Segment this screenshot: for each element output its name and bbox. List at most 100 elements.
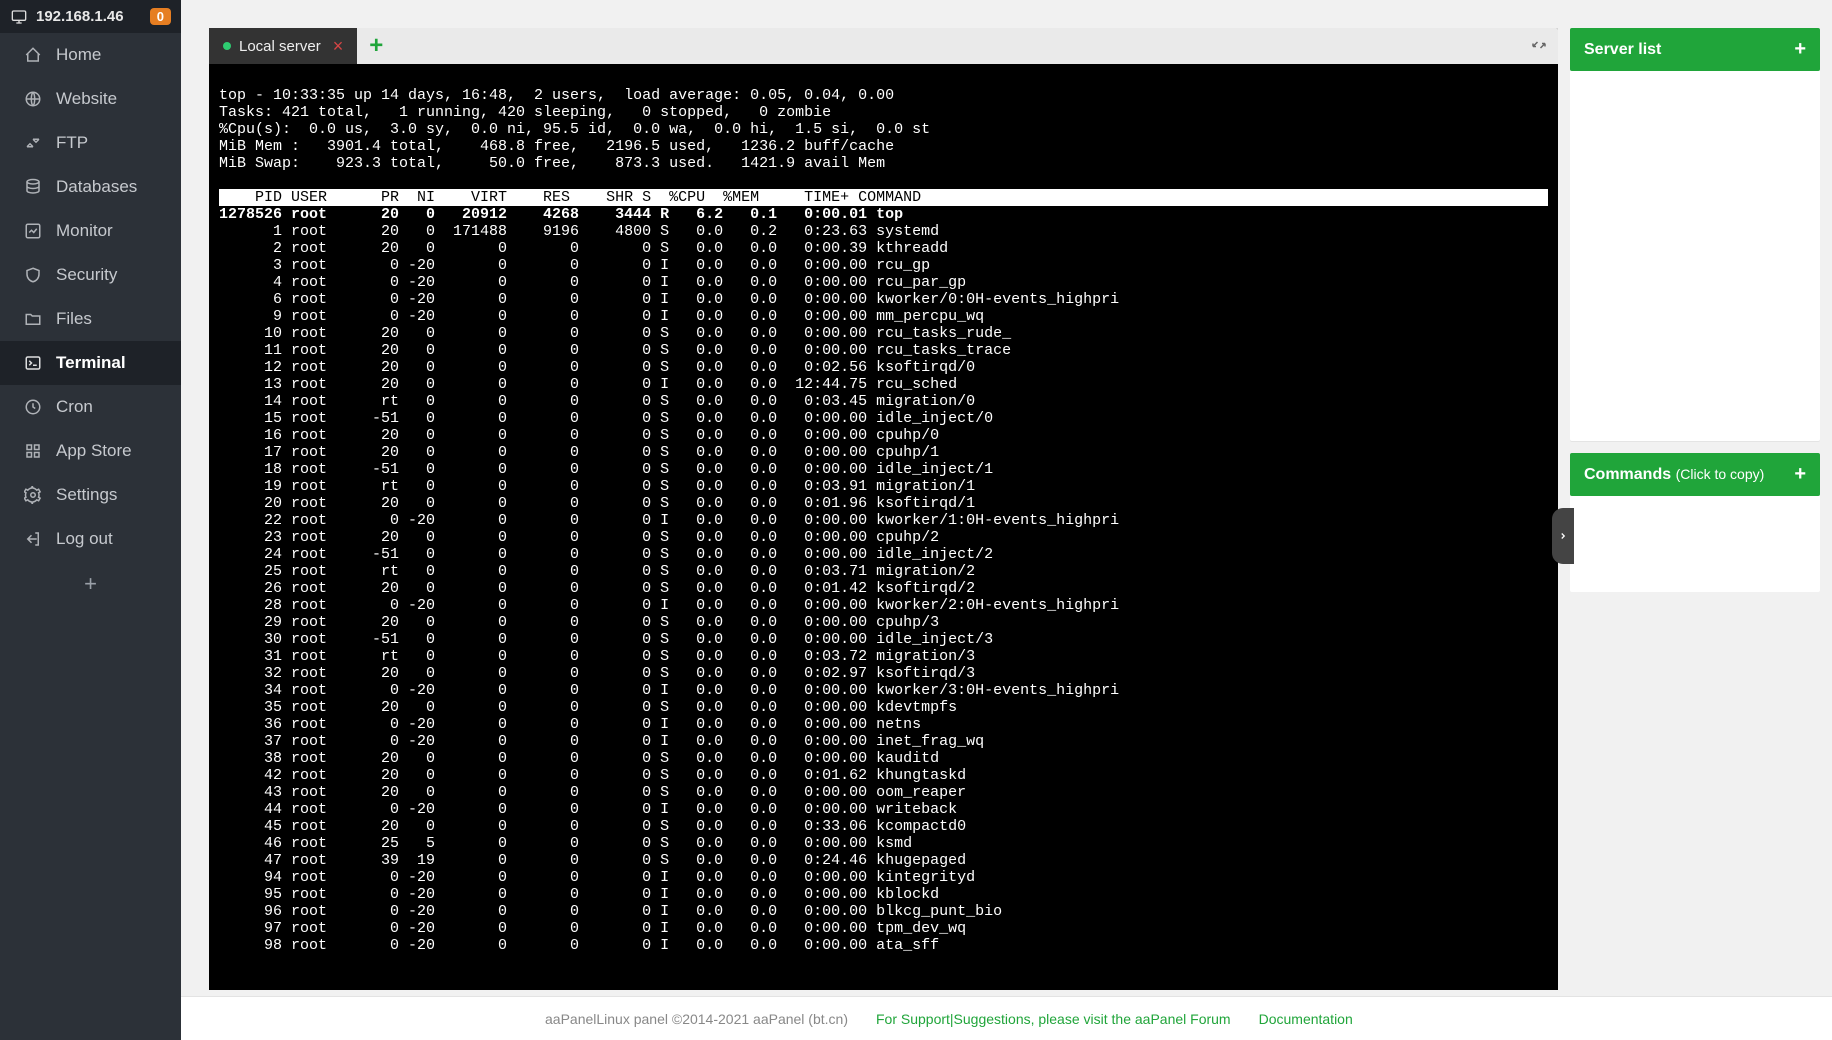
process-row: 96 root 0 -20 0 0 0 I 0.0 0.0 0:00.00 bl… xyxy=(219,903,1002,920)
right-column: Server list + Commands (Click to copy) + xyxy=(1570,28,1820,990)
sidebar-item-terminal[interactable]: Terminal xyxy=(0,341,181,385)
server-list-add-icon[interactable]: + xyxy=(1794,38,1806,61)
top-column-header: PID USER PR NI VIRT RES SHR S %CPU %MEM … xyxy=(219,189,1548,206)
process-row: 47 root 39 19 0 0 0 S 0.0 0.0 0:24.46 kh… xyxy=(219,852,966,869)
tab-label: Local server xyxy=(239,38,321,55)
sidebar-item-cron[interactable]: Cron xyxy=(0,385,181,429)
process-row: 15 root -51 0 0 0 0 S 0.0 0.0 0:00.00 id… xyxy=(219,410,993,427)
process-row: 20 root 20 0 0 0 0 S 0.0 0.0 0:01.96 kso… xyxy=(219,495,975,512)
alert-badge[interactable]: 0 xyxy=(150,8,171,25)
process-row: 9 root 0 -20 0 0 0 I 0.0 0.0 0:00.00 mm_… xyxy=(219,308,984,325)
status-dot-icon xyxy=(223,42,231,50)
server-list-body xyxy=(1570,71,1820,441)
process-row: 44 root 0 -20 0 0 0 I 0.0 0.0 0:00.00 wr… xyxy=(219,801,957,818)
process-row: 12 root 20 0 0 0 0 S 0.0 0.0 0:02.56 kso… xyxy=(219,359,975,376)
tab-add-button[interactable]: + xyxy=(357,32,395,60)
process-row: 45 root 20 0 0 0 0 S 0.0 0.0 0:33.06 kco… xyxy=(219,818,966,835)
commands-body xyxy=(1570,496,1820,592)
tab-close-icon[interactable]: × xyxy=(333,36,344,57)
sidebar-item-label: Terminal xyxy=(56,353,126,373)
sidebar-item-website[interactable]: Website xyxy=(0,77,181,121)
sidebar-item-monitor[interactable]: Monitor xyxy=(0,209,181,253)
server-ip: 192.168.1.46 xyxy=(36,8,124,25)
process-row: 22 root 0 -20 0 0 0 I 0.0 0.0 0:00.00 kw… xyxy=(219,512,1119,529)
process-row: 4 root 0 -20 0 0 0 I 0.0 0.0 0:00.00 rcu… xyxy=(219,274,966,291)
process-row: 98 root 0 -20 0 0 0 I 0.0 0.0 0:00.00 at… xyxy=(219,937,939,954)
process-row: 38 root 20 0 0 0 0 S 0.0 0.0 0:00.00 kau… xyxy=(219,750,939,767)
process-row: 16 root 20 0 0 0 0 S 0.0 0.0 0:00.00 cpu… xyxy=(219,427,939,444)
sidebar-item-label: Files xyxy=(56,309,92,329)
process-row: 1278526 root 20 0 20912 4268 3444 R 6.2 … xyxy=(219,206,903,223)
sidebar-item-label: Security xyxy=(56,265,117,285)
process-row: 25 root rt 0 0 0 0 S 0.0 0.0 0:03.71 mig… xyxy=(219,563,975,580)
process-row: 26 root 20 0 0 0 0 S 0.0 0.0 0:01.42 kso… xyxy=(219,580,975,597)
sidebar-item-logout[interactable]: Log out xyxy=(0,517,181,561)
commands-header[interactable]: Commands (Click to copy) + xyxy=(1570,453,1820,496)
process-row: 30 root -51 0 0 0 0 S 0.0 0.0 0:00.00 id… xyxy=(219,631,993,648)
sidebar-item-home[interactable]: Home xyxy=(0,33,181,77)
fullscreen-icon[interactable] xyxy=(1530,36,1548,54)
footer: aaPanelLinux panel ©2014-2021 aaPanel (b… xyxy=(181,996,1832,1040)
sidebar-item-label: Home xyxy=(56,45,101,65)
process-row: 24 root -51 0 0 0 0 S 0.0 0.0 0:00.00 id… xyxy=(219,546,993,563)
database-icon xyxy=(22,178,44,196)
process-row: 29 root 20 0 0 0 0 S 0.0 0.0 0:00.00 cpu… xyxy=(219,614,939,631)
grid-icon xyxy=(22,442,44,460)
process-row: 13 root 20 0 0 0 0 I 0.0 0.0 12:44.75 rc… xyxy=(219,376,957,393)
sidebar-item-label: App Store xyxy=(56,441,132,461)
process-row: 31 root rt 0 0 0 0 S 0.0 0.0 0:03.72 mig… xyxy=(219,648,975,665)
sidebar-item-label: Monitor xyxy=(56,221,113,241)
process-row: 3 root 0 -20 0 0 0 I 0.0 0.0 0:00.00 rcu… xyxy=(219,257,930,274)
terminal-tab-bar: Local server × + xyxy=(209,28,1558,64)
process-row: 95 root 0 -20 0 0 0 I 0.0 0.0 0:00.00 kb… xyxy=(219,886,939,903)
process-row: 36 root 0 -20 0 0 0 I 0.0 0.0 0:00.00 ne… xyxy=(219,716,921,733)
sidebar-item-label: Settings xyxy=(56,485,117,505)
collapse-right-icon[interactable] xyxy=(1552,508,1574,564)
process-row: 6 root 0 -20 0 0 0 I 0.0 0.0 0:00.00 kwo… xyxy=(219,291,1119,308)
commands-add-icon[interactable]: + xyxy=(1794,463,1806,486)
process-row: 97 root 0 -20 0 0 0 I 0.0 0.0 0:00.00 tp… xyxy=(219,920,966,937)
logout-icon xyxy=(22,530,44,548)
terminal-output[interactable]: top - 10:33:35 up 14 days, 16:48, 2 user… xyxy=(209,64,1558,990)
terminal-tab-active[interactable]: Local server × xyxy=(209,28,357,64)
footer-forum-link[interactable]: For Support|Suggestions, please visit th… xyxy=(876,1011,1231,1027)
server-list-header[interactable]: Server list + xyxy=(1570,28,1820,71)
process-row: 43 root 20 0 0 0 0 S 0.0 0.0 0:00.00 oom… xyxy=(219,784,966,801)
process-row: 17 root 20 0 0 0 0 S 0.0 0.0 0:00.00 cpu… xyxy=(219,444,939,461)
process-row: 14 root rt 0 0 0 0 S 0.0 0.0 0:03.45 mig… xyxy=(219,393,975,410)
commands-title: Commands (Click to copy) xyxy=(1584,466,1764,484)
process-list: 1278526 root 20 0 20912 4268 3444 R 6.2 … xyxy=(219,206,1119,954)
server-icon xyxy=(10,9,28,25)
process-row: 42 root 20 0 0 0 0 S 0.0 0.0 0:01.62 khu… xyxy=(219,767,966,784)
sidebar-item-security[interactable]: Security xyxy=(0,253,181,297)
clock-icon xyxy=(22,398,44,416)
ftp-icon xyxy=(22,134,44,152)
process-row: 1 root 20 0 171488 9196 4800 S 0.0 0.2 0… xyxy=(219,223,939,240)
process-row: 32 root 20 0 0 0 0 S 0.0 0.0 0:02.97 kso… xyxy=(219,665,975,682)
process-row: 2 root 20 0 0 0 0 S 0.0 0.0 0:00.39 kthr… xyxy=(219,240,948,257)
home-icon xyxy=(22,46,44,64)
shield-icon xyxy=(22,266,44,284)
process-row: 18 root -51 0 0 0 0 S 0.0 0.0 0:00.00 id… xyxy=(219,461,993,478)
nav-add-button[interactable]: + xyxy=(0,561,181,607)
terminal-icon xyxy=(22,354,44,372)
footer-copyright: aaPanelLinux panel ©2014-2021 aaPanel (b… xyxy=(545,1011,848,1027)
sidebar-item-ftp[interactable]: FTP xyxy=(0,121,181,165)
sidebar-item-databases[interactable]: Databases xyxy=(0,165,181,209)
sidebar-item-label: Log out xyxy=(56,529,113,549)
footer-docs-link[interactable]: Documentation xyxy=(1259,1011,1353,1027)
process-row: 94 root 0 -20 0 0 0 I 0.0 0.0 0:00.00 ki… xyxy=(219,869,975,886)
sidebar-item-label: Website xyxy=(56,89,117,109)
chart-icon xyxy=(22,222,44,240)
process-row: 28 root 0 -20 0 0 0 I 0.0 0.0 0:00.00 kw… xyxy=(219,597,1119,614)
sidebar-item-label: Cron xyxy=(56,397,93,417)
sidebar-item-label: FTP xyxy=(56,133,88,153)
process-row: 34 root 0 -20 0 0 0 I 0.0 0.0 0:00.00 kw… xyxy=(219,682,1119,699)
server-list-title: Server list xyxy=(1584,41,1661,59)
sidebar-item-files[interactable]: Files xyxy=(0,297,181,341)
sidebar-item-appstore[interactable]: App Store xyxy=(0,429,181,473)
sidebar-item-settings[interactable]: Settings xyxy=(0,473,181,517)
sidebar-header[interactable]: 192.168.1.46 0 xyxy=(0,0,181,33)
process-row: 19 root rt 0 0 0 0 S 0.0 0.0 0:03.91 mig… xyxy=(219,478,975,495)
top-summary: top - 10:33:35 up 14 days, 16:48, 2 user… xyxy=(219,87,930,172)
